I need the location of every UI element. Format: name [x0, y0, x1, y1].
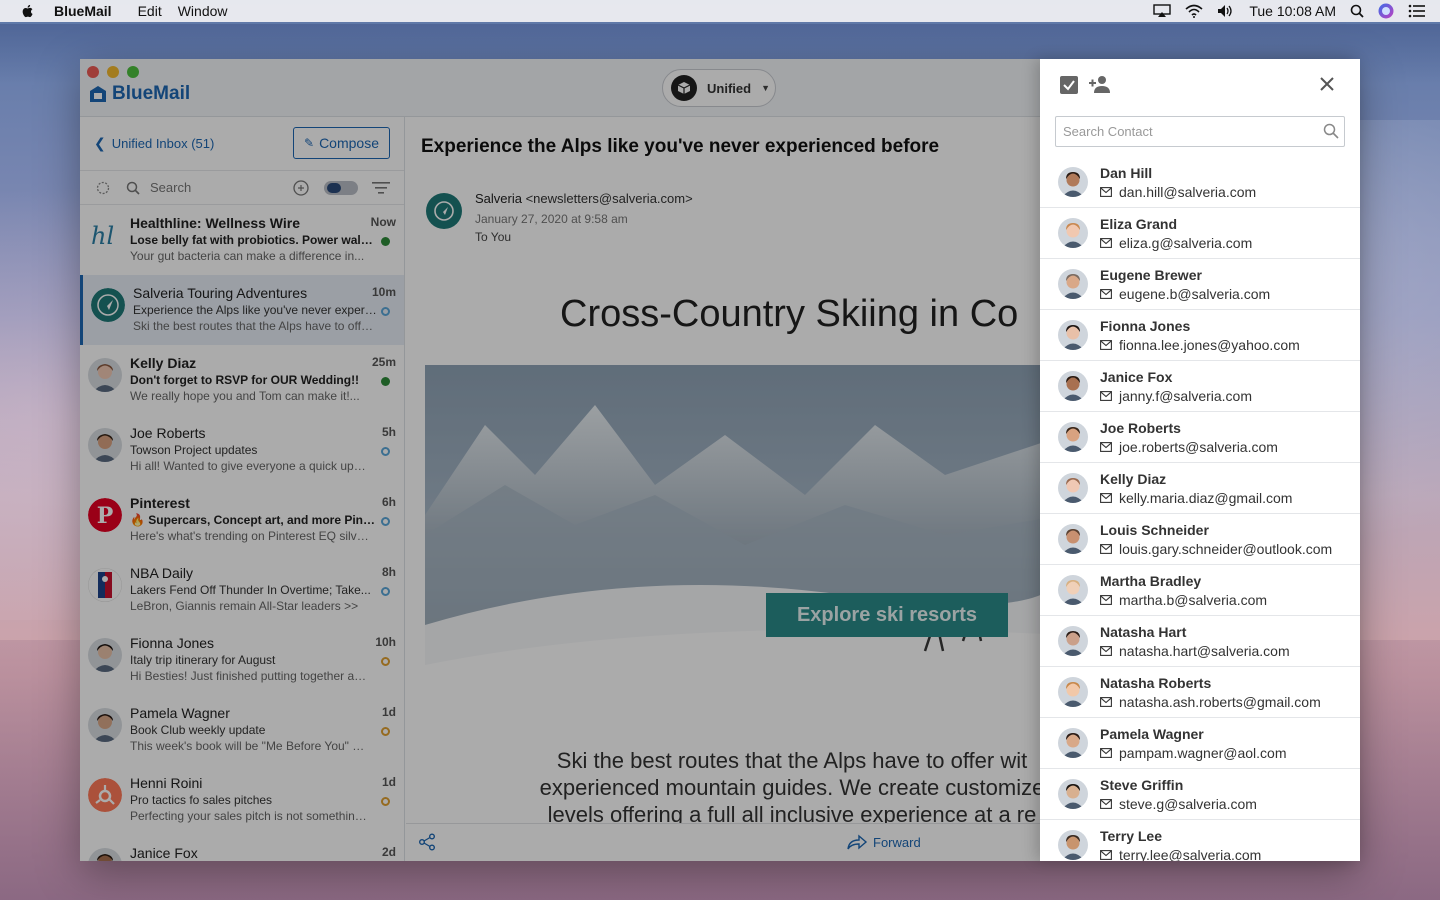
- contact-item[interactable]: Natasha Roberts natasha.ash.roberts@gmai…: [1040, 667, 1360, 718]
- contact-name: Louis Schneider: [1100, 522, 1209, 538]
- contact-name: Natasha Hart: [1100, 624, 1187, 640]
- envelope-icon: [1100, 391, 1112, 401]
- envelope-icon: [1100, 799, 1112, 809]
- contact-email: kelly.maria.diaz@gmail.com: [1119, 490, 1293, 506]
- add-contact-icon[interactable]: [1088, 74, 1112, 94]
- contact-email: natasha.ash.roberts@gmail.com: [1119, 694, 1321, 710]
- contact-name: Terry Lee: [1100, 828, 1162, 844]
- contact-avatar: [1058, 167, 1088, 197]
- contact-item[interactable]: Pamela Wagner pampam.wagner@aol.com: [1040, 718, 1360, 769]
- spotlight-search-icon[interactable]: [1350, 4, 1364, 18]
- contact-email: pampam.wagner@aol.com: [1119, 745, 1287, 761]
- envelope-icon: [1100, 697, 1112, 707]
- contact-avatar: [1058, 575, 1088, 605]
- contact-email: natasha.hart@salveria.com: [1119, 643, 1290, 659]
- contact-item[interactable]: Dan Hill dan.hill@salveria.com: [1040, 157, 1360, 208]
- contact-item[interactable]: Fionna Jones fionna.lee.jones@yahoo.com: [1040, 310, 1360, 361]
- contact-name: Pamela Wagner: [1100, 726, 1204, 742]
- contact-item[interactable]: Steve Griffin steve.g@salveria.com: [1040, 769, 1360, 820]
- contact-name: Steve Griffin: [1100, 777, 1184, 793]
- contact-avatar: [1058, 269, 1088, 299]
- contact-avatar: [1058, 677, 1088, 707]
- menu-edit[interactable]: Edit: [138, 3, 162, 19]
- wifi-icon[interactable]: [1185, 4, 1203, 18]
- contact-email: steve.g@salveria.com: [1119, 796, 1257, 812]
- envelope-icon: [1100, 289, 1112, 299]
- contact-avatar: [1058, 320, 1088, 350]
- envelope-icon: [1100, 187, 1112, 197]
- contact-item[interactable]: Natasha Hart natasha.hart@salveria.com: [1040, 616, 1360, 667]
- contact-avatar: [1058, 830, 1088, 860]
- contact-avatar: [1058, 218, 1088, 248]
- contact-name: Dan Hill: [1100, 165, 1153, 181]
- contact-item[interactable]: Kelly Diaz kelly.maria.diaz@gmail.com: [1040, 463, 1360, 514]
- search-contact-icon[interactable]: [1323, 123, 1339, 139]
- envelope-icon: [1100, 850, 1112, 860]
- contact-name: Kelly Diaz: [1100, 471, 1167, 487]
- contact-item[interactable]: Louis Schneider louis.gary.schneider@out…: [1040, 514, 1360, 565]
- apple-icon[interactable]: [20, 3, 36, 19]
- contact-avatar: [1058, 422, 1088, 452]
- envelope-icon: [1100, 646, 1112, 656]
- envelope-icon: [1100, 595, 1112, 605]
- contact-name: Eliza Grand: [1100, 216, 1178, 232]
- menu-bar: BlueMail Edit Window Tue 10:08 AM: [0, 0, 1440, 22]
- contact-item[interactable]: Eliza Grand eliza.g@salveria.com: [1040, 208, 1360, 259]
- contact-avatar: [1058, 524, 1088, 554]
- contact-avatar: [1058, 779, 1088, 809]
- envelope-icon: [1100, 493, 1112, 503]
- contact-picker-panel: Dan Hill dan.hill@salveria.com Eliza Gra…: [1040, 59, 1360, 861]
- contact-name: Janice Fox: [1100, 369, 1173, 385]
- envelope-icon: [1100, 748, 1112, 758]
- contact-email: janny.f@salveria.com: [1119, 388, 1252, 404]
- contact-name: Eugene Brewer: [1100, 267, 1202, 283]
- contact-avatar: [1058, 728, 1088, 758]
- contact-email: joe.roberts@salveria.com: [1119, 439, 1278, 455]
- envelope-icon: [1100, 544, 1112, 554]
- contact-list: Dan Hill dan.hill@salveria.com Eliza Gra…: [1040, 157, 1360, 861]
- siri-icon[interactable]: [1378, 3, 1394, 19]
- contact-picker-toolbar: [1040, 59, 1360, 117]
- search-contact-input[interactable]: [1055, 116, 1345, 147]
- contact-name: Joe Roberts: [1100, 420, 1181, 436]
- contact-item[interactable]: Martha Bradley martha.b@salveria.com: [1040, 565, 1360, 616]
- airplay-icon[interactable]: [1153, 4, 1172, 18]
- contact-email: eliza.g@salveria.com: [1119, 235, 1253, 251]
- menu-app-name[interactable]: BlueMail: [54, 3, 112, 19]
- notification-center-icon[interactable]: [1408, 4, 1426, 18]
- menu-clock[interactable]: Tue 10:08 AM: [1249, 3, 1336, 19]
- contact-item[interactable]: Janice Fox janny.f@salveria.com: [1040, 361, 1360, 412]
- select-checkbox-icon[interactable]: [1060, 76, 1078, 94]
- contact-item[interactable]: Eugene Brewer eugene.b@salveria.com: [1040, 259, 1360, 310]
- contact-name: Martha Bradley: [1100, 573, 1202, 589]
- contact-avatar: [1058, 626, 1088, 656]
- close-icon[interactable]: [1320, 77, 1334, 91]
- contact-item[interactable]: Terry Lee terry.lee@salveria.com: [1040, 820, 1360, 861]
- contact-email: fionna.lee.jones@yahoo.com: [1119, 337, 1300, 353]
- contact-avatar: [1058, 473, 1088, 503]
- contact-avatar: [1058, 371, 1088, 401]
- contact-name: Fionna Jones: [1100, 318, 1191, 334]
- envelope-icon: [1100, 340, 1112, 350]
- envelope-icon: [1100, 238, 1112, 248]
- contact-email: louis.gary.schneider@outlook.com: [1119, 541, 1333, 557]
- contact-item[interactable]: Joe Roberts joe.roberts@salveria.com: [1040, 412, 1360, 463]
- contact-email: martha.b@salveria.com: [1119, 592, 1268, 608]
- envelope-icon: [1100, 442, 1112, 452]
- contact-name: Natasha Roberts: [1100, 675, 1212, 691]
- menu-window[interactable]: Window: [178, 3, 228, 19]
- contact-email: dan.hill@salveria.com: [1119, 184, 1257, 200]
- contact-email: eugene.b@salveria.com: [1119, 286, 1271, 302]
- volume-icon[interactable]: [1217, 4, 1235, 18]
- contact-email: terry.lee@salveria.com: [1119, 847, 1262, 861]
